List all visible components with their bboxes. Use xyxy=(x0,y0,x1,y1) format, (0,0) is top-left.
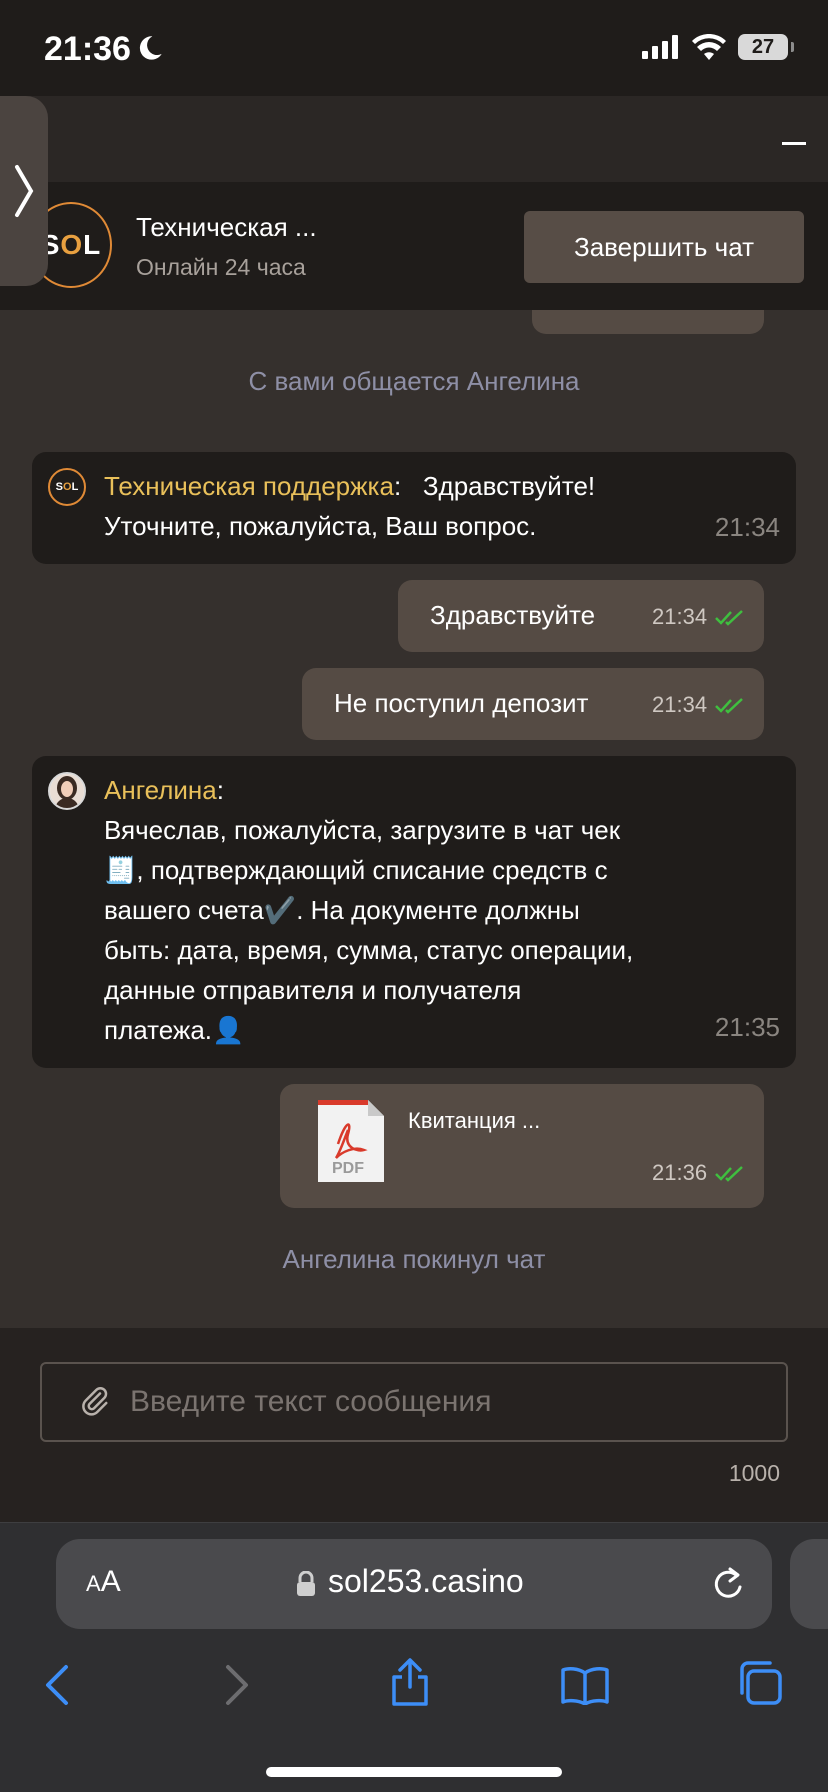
support-avatar: SOL xyxy=(48,468,86,506)
reader-settings-button[interactable]: AA xyxy=(86,1565,121,1599)
previous-message-stub xyxy=(532,310,764,334)
message-input-wrapper xyxy=(40,1362,788,1442)
share-icon[interactable] xyxy=(388,1657,432,1707)
lock-icon xyxy=(297,1571,315,1596)
message-time: 21:36 xyxy=(652,1160,708,1185)
chat-title: Техническая ... xyxy=(136,212,317,242)
agent-message-body: Ангелина: Вячеслав, пожалуйста, загрузит… xyxy=(104,775,634,1045)
browser-nav xyxy=(0,1653,828,1733)
message-time: 21:35 xyxy=(714,1012,780,1042)
message-sender: Ангелина xyxy=(104,775,217,805)
file-name: Квитанция ... xyxy=(408,1108,541,1133)
message-text: Здравствуйте xyxy=(430,600,596,630)
tabs-icon[interactable] xyxy=(736,1659,784,1707)
file-message[interactable]: PDF Квитанция ... 21:36 xyxy=(280,1084,764,1208)
browser-toolbar: AA sol253.casino xyxy=(0,1522,828,1792)
back-icon[interactable] xyxy=(42,1663,72,1707)
outgoing-message: Не поступил депозит 21:34 xyxy=(302,668,764,740)
chat-header: SOL Техническая ... Онлайн 24 часа Завер… xyxy=(0,182,828,310)
message-time: 21:34 xyxy=(652,604,708,629)
message-input[interactable] xyxy=(130,1364,770,1440)
forward-icon[interactable] xyxy=(222,1663,252,1707)
chat-status: Онлайн 24 часа xyxy=(136,254,306,280)
support-message-body: Техническая поддержка: Здравствуйте! Уто… xyxy=(104,471,596,541)
bookmarks-icon[interactable] xyxy=(560,1665,610,1705)
battery-indicator: 27 xyxy=(738,34,794,60)
support-message: SOL Техническая поддержка: Здравствуйте!… xyxy=(32,452,796,564)
agent-message: Ангелина: Вячеслав, пожалуйста, загрузит… xyxy=(32,756,796,1068)
side-panel-toggle[interactable] xyxy=(0,96,48,286)
message-time: 21:34 xyxy=(714,512,780,542)
url-text: sol253.casino xyxy=(328,1563,524,1599)
minimize-icon[interactable] xyxy=(782,142,806,145)
message-text: Не поступил депозит xyxy=(334,688,589,718)
double-check-icon xyxy=(715,610,743,626)
cellular-signal-icon xyxy=(642,35,678,59)
address-bar[interactable]: AA sol253.casino xyxy=(56,1539,772,1629)
message-composer: 1000 xyxy=(0,1328,828,1522)
status-bar: 21:36 27 xyxy=(0,0,828,96)
pdf-label: PDF xyxy=(332,1160,364,1177)
reload-icon[interactable] xyxy=(710,1565,746,1603)
char-counter: 1000 xyxy=(728,1460,780,1486)
message-time: 21:34 xyxy=(652,692,708,717)
chat-topbar xyxy=(0,96,828,182)
chevron-right-icon xyxy=(15,165,34,217)
wifi-icon xyxy=(692,34,726,60)
moon-icon xyxy=(139,36,162,60)
end-chat-button[interactable]: Завершить чат xyxy=(524,211,804,283)
next-tab-preview[interactable] xyxy=(790,1539,828,1629)
agent-photo xyxy=(50,774,84,808)
home-indicator xyxy=(266,1767,562,1777)
message-sender: Техническая поддержка xyxy=(104,471,394,501)
agent-avatar xyxy=(48,772,86,810)
status-time: 21:36 xyxy=(44,30,131,68)
double-check-icon xyxy=(715,698,743,714)
status-icons: 27 xyxy=(642,34,794,60)
system-message-left: Ангелина покинул чат xyxy=(282,1244,546,1274)
paperclip-icon[interactable] xyxy=(80,1386,110,1416)
outgoing-message: Здравствуйте 21:34 xyxy=(398,580,764,652)
double-check-icon xyxy=(715,1166,743,1182)
system-message-joined: С вами общается Ангелина xyxy=(248,366,580,396)
